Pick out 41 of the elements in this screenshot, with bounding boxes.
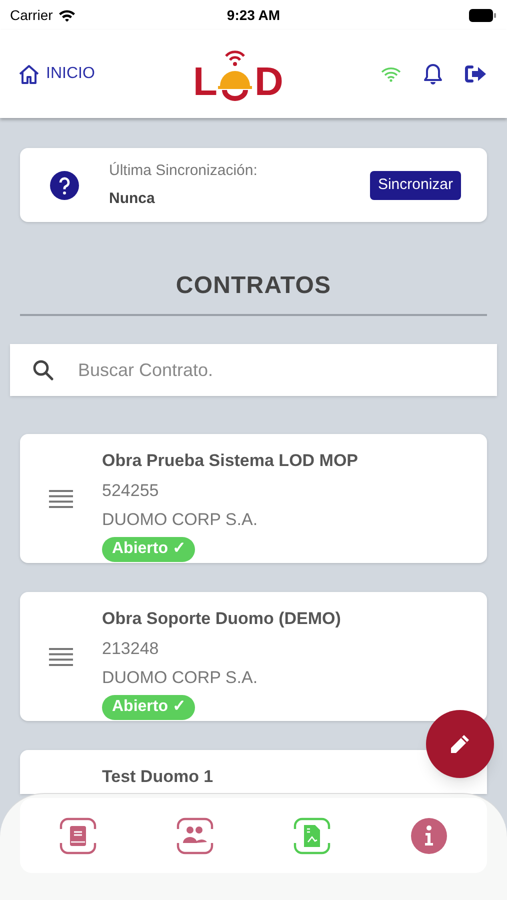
company-name: DUOMO CORP S.A. bbox=[102, 667, 258, 689]
nav-tab[interactable] bbox=[410, 816, 448, 854]
logout-icon bbox=[465, 65, 487, 83]
clock-time: 9:23 AM bbox=[226, 6, 280, 24]
list-icon bbox=[49, 646, 73, 666]
pencil-icon bbox=[449, 733, 471, 755]
search-field[interactable]: Buscar Contrato. bbox=[10, 344, 497, 396]
list-icon bbox=[49, 488, 73, 508]
carrier-label: Carrier bbox=[10, 6, 53, 24]
contract-card[interactable]: Test Duomo 1 bbox=[20, 750, 487, 794]
document-icon bbox=[292, 816, 331, 854]
help-icon bbox=[50, 170, 79, 200]
search-icon bbox=[32, 359, 54, 381]
company-name: DUOMO CORP S.A. bbox=[102, 509, 258, 531]
book-icon bbox=[59, 816, 98, 854]
sync-button[interactable]: Sincronizar bbox=[370, 170, 461, 200]
sync-value: Nunca bbox=[109, 189, 156, 209]
contract-card[interactable]: Obra Prueba Sistema LOD MOP 524255 DUOMO CORP S.A. Abierto ✓ bbox=[20, 434, 487, 563]
status-badge: Abierto ✓ bbox=[102, 694, 196, 720]
section-title: CONTRATOS bbox=[174, 271, 332, 301]
contract-card[interactable]: Obra Soporte Duomo (DEMO) 213248 DUOMO CORP S.A. Abierto ✓ bbox=[20, 592, 487, 721]
wifi-signal-icon bbox=[58, 8, 76, 22]
nav-tab[interactable] bbox=[292, 816, 331, 854]
home-link[interactable]: INICIO bbox=[18, 62, 95, 86]
contract-code: 524255 bbox=[102, 480, 159, 502]
contract-code: 213248 bbox=[102, 638, 159, 660]
nav-tab[interactable] bbox=[176, 816, 214, 854]
sync-label: Última Sincronización: bbox=[109, 160, 258, 180]
contract-title: Obra Prueba Sistema LOD MOP bbox=[102, 450, 358, 472]
status-badge: Abierto ✓ bbox=[102, 536, 196, 562]
logout-button[interactable] bbox=[465, 65, 487, 83]
home-icon bbox=[18, 64, 40, 84]
battery-icon bbox=[469, 8, 496, 22]
notifications-button[interactable] bbox=[423, 63, 443, 85]
bell-icon bbox=[423, 63, 443, 85]
people-icon bbox=[176, 816, 214, 854]
info-icon bbox=[410, 816, 448, 854]
app-logo: L D bbox=[193, 42, 289, 102]
nav-tab[interactable] bbox=[59, 816, 98, 854]
contract-title: Obra Soporte Duomo (DEMO) bbox=[102, 608, 341, 630]
contract-title: Test Duomo 1 bbox=[102, 766, 214, 788]
